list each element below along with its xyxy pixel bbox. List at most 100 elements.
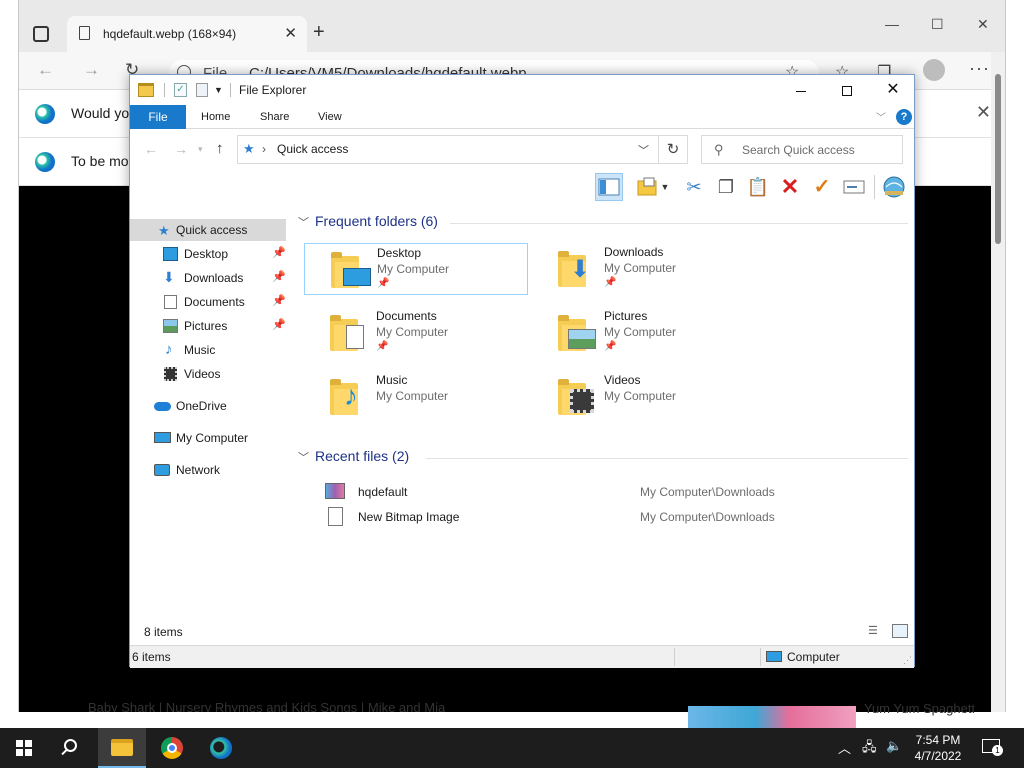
landscape-picture-icon: [568, 329, 596, 349]
start-button[interactable]: [0, 728, 48, 768]
sidebar-item-onedrive[interactable]: OneDrive: [130, 395, 286, 417]
pin-icon: 📌: [604, 341, 617, 352]
recent-file-row[interactable]: New Bitmap Image My Computer\Downloads: [318, 506, 898, 528]
breadcrumb-separator-icon[interactable]: ›: [262, 142, 266, 156]
music-icon: ♪: [165, 341, 173, 358]
profile-avatar[interactable]: [923, 59, 945, 81]
folder-tile-pictures[interactable]: Pictures My Computer 📌: [532, 307, 756, 359]
volume-icon[interactable]: 🔈: [886, 738, 902, 754]
network-status-icon[interactable]: 🖧: [862, 738, 877, 760]
recent-file-row[interactable]: hqdefault My Computer\Downloads: [318, 481, 898, 503]
taskbar-file-explorer[interactable]: [98, 728, 146, 768]
taskbar-edge[interactable]: [197, 728, 245, 768]
frequent-folders-header[interactable]: ﹀ Frequent folders (6): [298, 213, 438, 230]
bitmap-file-icon: [328, 507, 343, 526]
pin-icon[interactable]: 📌: [272, 246, 286, 259]
address-bar[interactable]: ★ › Quick access ﹀: [237, 135, 659, 164]
folder-icon[interactable]: [138, 83, 154, 97]
forward-icon[interactable]: →: [174, 141, 188, 157]
close-button[interactable]: ✕: [870, 75, 916, 105]
more-options-icon[interactable]: ···: [969, 58, 990, 79]
file-location: My Computer\Downloads: [640, 485, 775, 499]
folder-tile-videos[interactable]: Videos My Computer: [532, 371, 756, 423]
properties-icon[interactable]: ✓: [174, 83, 187, 97]
video-thumbnail[interactable]: [688, 706, 856, 728]
pin-icon[interactable]: 📌: [272, 294, 286, 307]
sidebar-item-documents[interactable]: Documents 📌: [130, 291, 286, 313]
sidebar-item-videos[interactable]: Videos: [130, 363, 286, 385]
recent-files-header[interactable]: ﹀ Recent files (2): [298, 448, 409, 465]
browser-close-icon[interactable]: ✕: [977, 16, 989, 33]
download-icon: ⬇: [163, 269, 175, 285]
browser-maximize-icon[interactable]: ☐: [931, 16, 944, 33]
bottom-item-count: 6 items: [132, 650, 171, 664]
close-tab-icon[interactable]: ✕: [284, 24, 297, 42]
folder-tile-music[interactable]: ♪ Music My Computer: [304, 371, 528, 423]
chevron-down-icon[interactable]: ﹀: [298, 449, 309, 465]
network-globe-icon[interactable]: [880, 173, 908, 201]
recent-locations-icon[interactable]: ▾: [198, 144, 203, 155]
delete-icon[interactable]: ✕: [776, 173, 804, 201]
folder-name: Pictures: [604, 309, 648, 323]
pin-icon[interactable]: 📌: [272, 318, 286, 331]
tab-home[interactable]: Home: [201, 105, 230, 129]
copy-icon[interactable]: ❐: [712, 173, 740, 201]
paste-icon[interactable]: 📋: [744, 173, 772, 201]
video-title-left[interactable]: Baby Shark | Nursery Rhymes and Kids Son…: [88, 700, 445, 712]
new-folder-dropdown-icon[interactable]: ▼: [658, 173, 672, 201]
tab-file[interactable]: File: [130, 105, 186, 129]
scrollbar-thumb[interactable]: [995, 74, 1001, 244]
large-icons-view-icon[interactable]: [892, 624, 908, 638]
sidebar-item-desktop[interactable]: Desktop 📌: [130, 243, 286, 265]
sidebar-item-my-computer[interactable]: My Computer: [130, 427, 286, 449]
taskbar-chrome[interactable]: [148, 728, 196, 768]
back-icon[interactable]: ←: [144, 141, 158, 157]
browser-scrollbar[interactable]: [991, 52, 1005, 712]
resize-grip-icon[interactable]: ⋰: [903, 655, 912, 666]
pin-icon[interactable]: 📌: [272, 270, 286, 283]
sidebar-item-downloads[interactable]: ⬇ Downloads 📌: [130, 267, 286, 289]
help-icon[interactable]: ?: [896, 109, 912, 125]
search-button[interactable]: [48, 728, 96, 768]
address-dropdown-icon[interactable]: ﹀: [638, 142, 649, 158]
up-icon[interactable]: ↑: [216, 140, 224, 157]
checkmark-icon[interactable]: ✓: [808, 173, 836, 201]
rename-icon[interactable]: [840, 173, 868, 201]
video-title-right[interactable]: Yum Yum Spaghetti |: [864, 700, 974, 728]
tab-view[interactable]: View: [318, 105, 342, 129]
preview-pane-icon[interactable]: [595, 173, 623, 201]
sidebar-item-network[interactable]: Network: [130, 459, 286, 481]
clock[interactable]: 7:54 PM 4/7/2022: [906, 732, 970, 764]
new-folder-icon[interactable]: [196, 83, 208, 97]
folder-tile-documents[interactable]: Documents My Computer 📌: [304, 307, 528, 359]
browser-tab[interactable]: hqdefault.webp (168×94) ✕: [67, 16, 307, 52]
customize-toolbar-icon[interactable]: ▼: [214, 85, 223, 95]
network-icon: [154, 464, 170, 476]
new-tab-icon[interactable]: +: [313, 22, 325, 42]
sidebar-item-label: Pictures: [184, 319, 228, 333]
refresh-button[interactable]: ↻: [659, 135, 688, 164]
back-icon[interactable]: ←: [37, 60, 54, 80]
expand-ribbon-icon[interactable]: ﹀: [876, 109, 886, 124]
forward-icon[interactable]: →: [83, 60, 100, 80]
cut-icon[interactable]: ✂: [680, 173, 708, 201]
details-view-icon[interactable]: ☰: [868, 624, 884, 638]
show-hidden-icons-icon[interactable]: ︿: [838, 738, 851, 757]
sidebar-item-quick-access[interactable]: ★ Quick access: [130, 219, 286, 241]
minimize-button[interactable]: [778, 75, 824, 105]
close-info-bar-icon[interactable]: ✕: [976, 102, 991, 123]
tab-share[interactable]: Share: [260, 105, 289, 129]
search-input[interactable]: ⚲ Search Quick access: [701, 135, 903, 164]
browser-minimize-icon[interactable]: —: [885, 16, 899, 32]
tab-actions-icon[interactable]: [33, 26, 49, 42]
sidebar-item-pictures[interactable]: Pictures 📌: [130, 315, 286, 337]
folder-tile-downloads[interactable]: ⬇ Downloads My Computer 📌: [532, 243, 756, 295]
folder-tile-desktop[interactable]: Desktop My Computer 📌: [304, 243, 528, 295]
desktop-icon: [163, 247, 178, 261]
frequent-folders-title: Frequent folders (6): [315, 213, 438, 229]
chevron-down-icon[interactable]: ﹀: [298, 214, 309, 230]
group-divider: [426, 458, 908, 459]
sidebar-item-music[interactable]: ♪ Music: [130, 339, 286, 361]
action-center-icon[interactable]: 1: [982, 739, 1003, 756]
maximize-button[interactable]: [824, 75, 870, 105]
